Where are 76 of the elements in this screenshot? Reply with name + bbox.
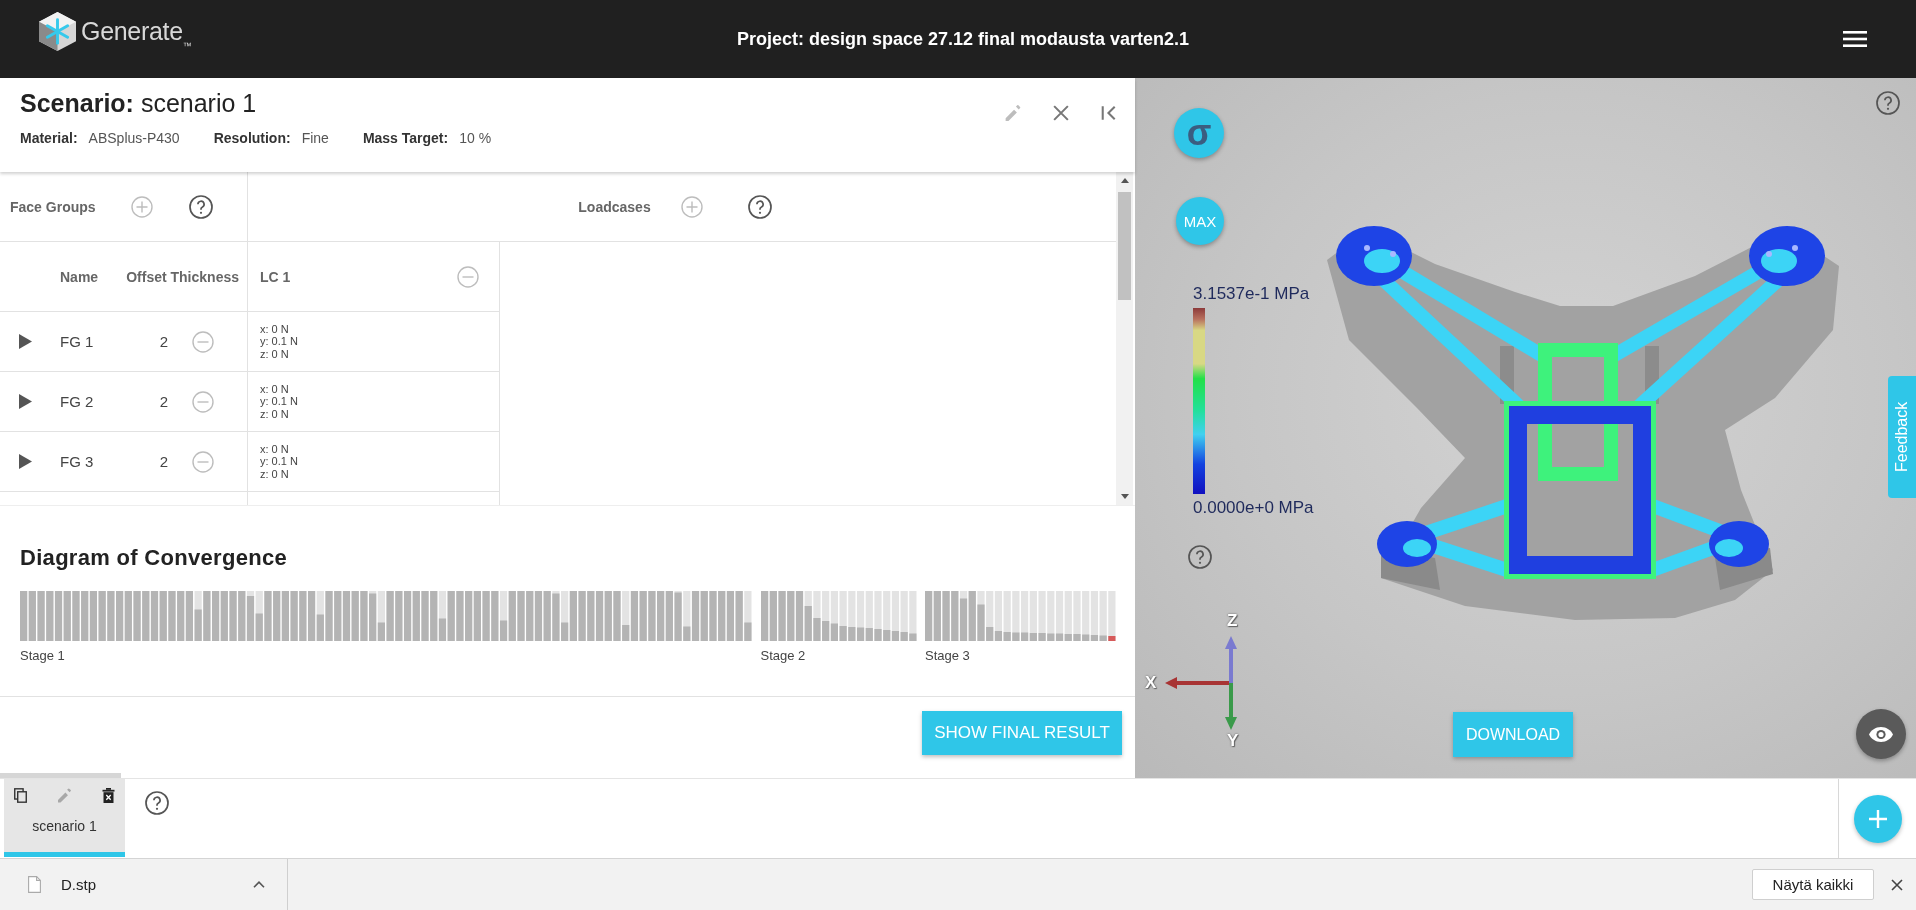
show-final-result-button[interactable]: SHOW FINAL RESULT bbox=[922, 711, 1122, 755]
logo-text: Generate bbox=[81, 16, 183, 46]
face-group-name: FG 3 bbox=[60, 453, 95, 470]
visibility-button[interactable] bbox=[1856, 709, 1906, 759]
axis-label: Y bbox=[1227, 732, 1239, 750]
column-header: Offset Thickness bbox=[126, 268, 240, 285]
axis-label: Z bbox=[1227, 612, 1238, 630]
download-item[interactable]: D.stp bbox=[0, 859, 288, 910]
offset-thickness-value: 2 bbox=[158, 333, 168, 350]
y-axis-arrow bbox=[1225, 683, 1237, 730]
plus-icon bbox=[1868, 809, 1887, 828]
expand-triangle-icon[interactable] bbox=[19, 334, 32, 349]
expand-triangle-icon[interactable] bbox=[19, 394, 32, 409]
help-icon[interactable] bbox=[747, 194, 772, 219]
axis-label: X bbox=[1145, 674, 1157, 692]
loadcases-title: Loadcases bbox=[578, 198, 651, 215]
max-stress-button[interactable]: MAX bbox=[1176, 197, 1224, 245]
load-value: x: 0 N bbox=[260, 442, 289, 456]
offset-thickness-value: 2 bbox=[158, 393, 168, 410]
load-value: y: 0.1 N bbox=[260, 455, 298, 468]
copy-icon[interactable] bbox=[14, 788, 27, 803]
diagram-title: Diagram of Convergence bbox=[20, 545, 288, 571]
collapse-panel-icon[interactable] bbox=[1101, 105, 1117, 121]
face-groups-title: Face Groups bbox=[10, 198, 96, 215]
download-button[interactable]: DOWNLOAD bbox=[1453, 712, 1573, 757]
scrollbar-track[interactable] bbox=[1116, 172, 1133, 505]
trademark-sign: ™ bbox=[182, 41, 192, 51]
help-icon[interactable] bbox=[145, 791, 169, 815]
meta-value: 10 % bbox=[459, 130, 492, 147]
file-name: D.stp bbox=[61, 876, 96, 893]
load-value: z: 0 N bbox=[260, 467, 289, 481]
eye-icon bbox=[1869, 726, 1893, 742]
offset-thickness-value: 2 bbox=[158, 453, 168, 470]
arrow-up-icon[interactable] bbox=[1120, 178, 1129, 183]
scenario-tab[interactable]: scenario 1 bbox=[4, 779, 125, 857]
stress-view-button[interactable]: σ bbox=[1174, 108, 1224, 158]
x-axis-arrow bbox=[1165, 677, 1231, 689]
legend-max-label: 3.1537e-1 MPa bbox=[1193, 284, 1310, 304]
help-icon[interactable] bbox=[1188, 545, 1212, 569]
show-all-button[interactable]: Näytä kaikki bbox=[1752, 869, 1874, 900]
stage-label: Stage 1 bbox=[20, 648, 65, 663]
caret-up-icon[interactable] bbox=[253, 881, 265, 888]
meta-value: Fine bbox=[301, 130, 329, 147]
scenario-title: Scenario: scenario 1 bbox=[20, 88, 258, 118]
stage-label: Stage 3 bbox=[925, 648, 970, 663]
meta-label: Mass Target: bbox=[362, 130, 449, 147]
arrow-down-icon[interactable] bbox=[1120, 494, 1129, 499]
close-icon[interactable] bbox=[1891, 878, 1903, 891]
file-icon bbox=[28, 876, 41, 893]
meta-label: Material: bbox=[20, 130, 78, 147]
project-title: Project: design space 27.12 final modausta varten2.1 bbox=[735, 28, 1190, 50]
meta-value: ABSplus-P430 bbox=[88, 130, 180, 147]
meta-label: Resolution: bbox=[213, 130, 291, 147]
load-value: z: 0 N bbox=[260, 407, 289, 421]
load-value: y: 0.1 N bbox=[260, 335, 298, 348]
legend-min-label: 0.0000e+0 MPa bbox=[1193, 498, 1314, 518]
column-header: Name bbox=[60, 268, 99, 285]
load-value: z: 0 N bbox=[260, 347, 289, 361]
stage-label: Stage 2 bbox=[760, 648, 806, 663]
scrollbar-thumb[interactable] bbox=[1118, 192, 1131, 300]
feedback-tab[interactable]: Feedback bbox=[1888, 376, 1916, 498]
load-value: y: 0.1 N bbox=[260, 395, 298, 408]
z-axis-arrow bbox=[1225, 636, 1237, 683]
load-value: x: 0 N bbox=[260, 322, 289, 336]
menu-icon[interactable] bbox=[1843, 31, 1867, 47]
load-value: x: 0 N bbox=[260, 382, 289, 396]
trash-icon[interactable] bbox=[102, 788, 115, 803]
face-group-name: FG 2 bbox=[60, 393, 95, 410]
expand-triangle-icon[interactable] bbox=[19, 454, 32, 469]
loadcase-header: LC 1 bbox=[260, 268, 291, 285]
help-icon[interactable] bbox=[1876, 91, 1900, 115]
face-group-name: FG 1 bbox=[60, 333, 95, 350]
help-icon[interactable] bbox=[188, 194, 213, 219]
close-icon[interactable] bbox=[1053, 105, 1069, 121]
horizontal-scrollbar-thumb[interactable] bbox=[0, 773, 121, 778]
snowflake-cube-icon bbox=[39, 11, 76, 51]
